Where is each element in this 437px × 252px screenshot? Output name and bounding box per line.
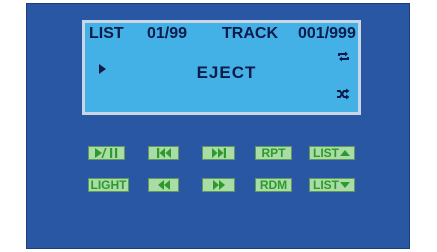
fast-forward-button[interactable] xyxy=(202,178,235,192)
list-label: LIST xyxy=(89,25,124,42)
repeat-button-label: RPT xyxy=(261,146,286,160)
list-number: 01/99 xyxy=(147,25,188,42)
next-track-icon xyxy=(211,148,227,158)
play-pause-button[interactable] xyxy=(88,146,125,160)
list-down-label: LIST xyxy=(313,178,339,192)
track-label: TRACK xyxy=(222,25,278,42)
previous-track-icon xyxy=(156,148,172,158)
fast-forward-icon xyxy=(212,180,226,190)
lcd-info-row: LIST 01/99 TRACK 001/999 xyxy=(89,25,356,43)
random-button[interactable]: RDM xyxy=(255,178,292,192)
play-pause-icon xyxy=(94,148,120,158)
repeat-icon xyxy=(337,50,350,68)
next-track-button[interactable] xyxy=(202,146,235,160)
repeat-button[interactable]: RPT xyxy=(255,146,292,160)
triangle-up-icon xyxy=(339,149,351,157)
list-up-label: LIST xyxy=(313,146,339,160)
player-panel: LIST 01/99 TRACK 001/999 EJECT RPT LIST … xyxy=(26,3,410,249)
rewind-icon xyxy=(157,180,171,190)
light-button[interactable]: LIGHT xyxy=(88,178,129,192)
lcd-display: LIST 01/99 TRACK 001/999 EJECT xyxy=(82,20,361,115)
list-down-button[interactable]: LIST xyxy=(309,178,355,192)
previous-track-button[interactable] xyxy=(148,146,179,160)
triangle-down-icon xyxy=(339,181,351,189)
shuffle-icon xyxy=(336,87,350,105)
status-text: EJECT xyxy=(196,63,257,82)
light-button-label: LIGHT xyxy=(90,178,127,192)
rewind-button[interactable] xyxy=(148,178,179,192)
list-up-button[interactable]: LIST xyxy=(309,146,355,160)
random-button-label: RDM xyxy=(259,178,288,192)
track-number: 001/999 xyxy=(298,25,356,42)
